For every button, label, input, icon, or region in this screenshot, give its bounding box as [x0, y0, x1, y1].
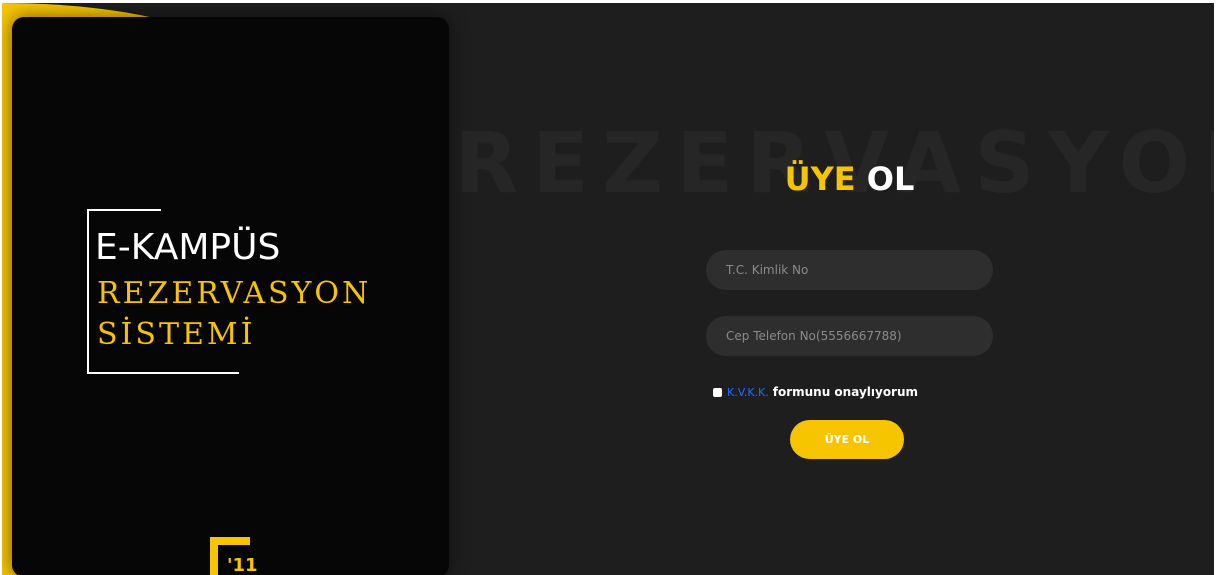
brand-title: E-KAMPÜS — [95, 227, 281, 268]
tc-kimlik-input[interactable] — [706, 250, 993, 290]
brand-subtitle-line2: SİSTEMİ — [97, 317, 256, 352]
consent-label: formunu onaylıyorum — [772, 385, 919, 399]
logo-inner: '11 — [218, 545, 258, 575]
brand-panel: E-KAMPÜS REZERVASYON SİSTEMİ '11 — [12, 17, 449, 575]
register-button[interactable]: ÜYE OL — [790, 420, 904, 459]
page-background: REZERVASYON E-KAMPÜS REZERVASYON SİSTEMİ… — [2, 3, 1214, 575]
title-accent: ÜYE — [784, 160, 856, 198]
kvkk-link[interactable]: K.V.K.K. — [727, 386, 769, 399]
brand-frame-top-line — [89, 209, 161, 211]
brand-subtitle-line1: REZERVASYON — [97, 276, 372, 311]
page: REZERVASYON E-KAMPÜS REZERVASYON SİSTEMİ… — [0, 0, 1218, 575]
logo-mark: '11 — [227, 555, 258, 575]
title-main: OL — [866, 160, 915, 198]
university-logo-icon: '11 — [210, 537, 258, 575]
phone-input[interactable] — [706, 316, 993, 356]
consent-row: K.V.K.K. formunu onaylıyorum — [713, 383, 918, 401]
page-title: ÜYE OL — [762, 163, 937, 195]
brand-frame-bottom-line — [89, 372, 239, 374]
kvkk-checkbox[interactable] — [713, 387, 722, 397]
